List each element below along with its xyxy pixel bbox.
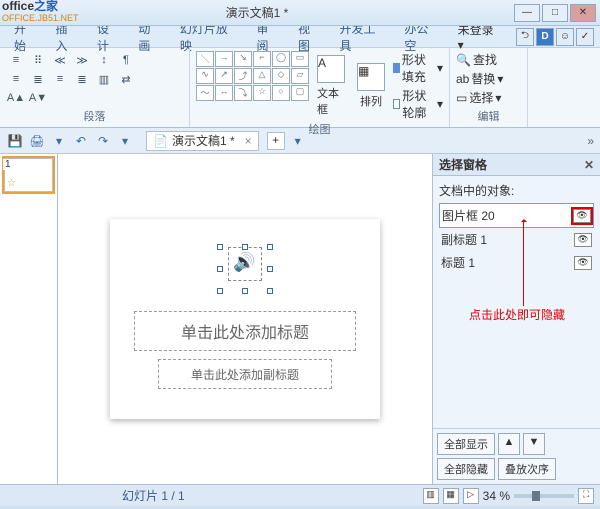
replace-button[interactable]: ab替换▾ bbox=[456, 70, 521, 87]
tab-list-icon[interactable]: ▾ bbox=[289, 132, 307, 150]
title-placeholder[interactable]: 单击此处添加标题 bbox=[134, 311, 356, 351]
qat-menu-icon[interactable]: ▾ bbox=[50, 132, 68, 150]
replace-icon: ab bbox=[456, 72, 469, 86]
speaker-icon bbox=[228, 247, 262, 281]
find-icon: 🔍 bbox=[456, 53, 471, 67]
font-grow-icon[interactable]: A▲ bbox=[6, 89, 26, 107]
align-center-icon[interactable]: ≣ bbox=[28, 70, 48, 88]
textbox-button[interactable]: A文本框 bbox=[313, 51, 349, 121]
subtitle-placeholder[interactable]: 单击此处添加副标题 bbox=[158, 359, 332, 389]
slide: 单击此处添加标题 单击此处添加副标题 bbox=[110, 219, 380, 419]
shapes-gallery[interactable]: ＼→↘⌐◯▭ ∿↗⤴△◇▱ ～↔⤵☆○▢ bbox=[196, 51, 309, 121]
quick-access-toolbar: 💾 🖨 ▾ ↶ ↷ ▾ 📄 演示文稿1 * × + ▾ » bbox=[0, 128, 600, 154]
doc-tab-title: 演示文稿1 * bbox=[172, 132, 235, 149]
menu-bar: 开始 插入 设计 动画 幻灯片放映 审阅 视图 开发工具 办公空 未登录 ▾ ⮌… bbox=[0, 26, 600, 48]
annotation-arrow bbox=[523, 220, 524, 306]
slide-canvas[interactable]: 单击此处添加标题 单击此处添加副标题 bbox=[58, 154, 432, 484]
reorder-button[interactable]: 叠放次序 bbox=[498, 458, 556, 480]
hide-all-button[interactable]: 全部隐藏 bbox=[437, 458, 495, 480]
select-button[interactable]: ▭选择▾ bbox=[456, 89, 521, 106]
title-bar: office之家 OFFICE.JB51.NET 演示文稿1 * — □ ✕ bbox=[0, 0, 600, 26]
redo-icon[interactable]: ↷ bbox=[94, 132, 112, 150]
find-button[interactable]: 🔍查找 bbox=[456, 51, 521, 68]
watermark-sub: OFFICE.JB51.NET bbox=[2, 12, 79, 24]
annotation-text: 点击此处即可隐藏 bbox=[469, 306, 565, 323]
object-item-title[interactable]: 标题 1 👁 bbox=[439, 251, 594, 274]
indent-dec-icon[interactable]: ≪ bbox=[50, 51, 70, 69]
menu-extra-b-icon[interactable]: ☺ bbox=[556, 28, 574, 46]
print-icon[interactable]: 🖨 bbox=[28, 132, 46, 150]
qat-more-icon[interactable]: ▾ bbox=[116, 132, 134, 150]
maximize-button[interactable]: □ bbox=[542, 4, 568, 22]
indent-inc-icon[interactable]: ≫ bbox=[72, 51, 92, 69]
thumb-anim-icon: ☆ bbox=[7, 178, 16, 189]
visibility-toggle-icon[interactable]: 👁 bbox=[573, 209, 591, 223]
slide-counter: 幻灯片 1 / 1 bbox=[122, 487, 185, 504]
fit-icon[interactable]: ⛶ bbox=[578, 488, 594, 504]
paint-icon bbox=[393, 63, 400, 73]
save-icon[interactable]: 💾 bbox=[6, 132, 24, 150]
thumb-number: 1 bbox=[3, 159, 13, 170]
group-edit-label: 编辑 bbox=[456, 108, 521, 124]
doc-icon: 📄 bbox=[153, 134, 168, 148]
visibility-toggle-icon[interactable]: 👁 bbox=[574, 256, 592, 270]
move-up-button[interactable]: ▲ bbox=[498, 433, 520, 455]
menu-extra-a-icon[interactable]: ⮌ bbox=[516, 28, 534, 46]
undo-icon[interactable]: ↶ bbox=[72, 132, 90, 150]
new-tab-button[interactable]: + bbox=[267, 132, 285, 150]
align-right-icon[interactable]: ≡ bbox=[50, 70, 70, 88]
object-item-subtitle[interactable]: 副标题 1 👁 bbox=[439, 228, 594, 251]
align-just-icon[interactable]: ≣ bbox=[72, 70, 92, 88]
shape-outline-button[interactable]: 形状轮廓▾ bbox=[393, 87, 443, 121]
arrange-button[interactable]: ▦排列 bbox=[353, 51, 389, 121]
view-sorter-icon[interactable]: ▦ bbox=[443, 488, 459, 504]
align-left-icon[interactable]: ≡ bbox=[6, 70, 26, 88]
move-down-button[interactable]: ▼ bbox=[523, 433, 545, 455]
bullets-icon[interactable]: ≡ bbox=[6, 51, 26, 69]
textbox-icon: A bbox=[317, 55, 345, 83]
outline-icon bbox=[393, 99, 400, 109]
document-tab[interactable]: 📄 演示文稿1 * × bbox=[146, 131, 259, 151]
object-item-picture[interactable]: 图片框 20 👁 bbox=[439, 203, 594, 228]
menu-extra-d-icon[interactable]: D bbox=[536, 28, 554, 46]
columns-icon[interactable]: ▥ bbox=[94, 70, 114, 88]
numbering-icon[interactable]: ⠿ bbox=[28, 51, 48, 69]
para-a-icon[interactable]: ¶ bbox=[116, 51, 136, 69]
group-paragraph-label: 段落 bbox=[6, 108, 183, 124]
panel-title: 选择窗格 bbox=[439, 156, 487, 173]
zoom-slider[interactable] bbox=[514, 494, 574, 498]
zoom-value: 34 % bbox=[483, 489, 510, 503]
view-normal-icon[interactable]: ▥ bbox=[423, 488, 439, 504]
visibility-toggle-icon[interactable]: 👁 bbox=[574, 233, 592, 247]
font-shrink-icon[interactable]: A▼ bbox=[28, 89, 48, 107]
shape-fill-button[interactable]: 形状填充▾ bbox=[393, 51, 443, 85]
select-icon: ▭ bbox=[456, 91, 467, 105]
linespace-icon[interactable]: ↕ bbox=[94, 51, 114, 69]
ribbon: ≡⠿≪≫↕¶ ≡≣≡≣▥⇄ A▲A▼ 段落 ＼→↘⌐◯▭ ∿↗⤴△◇▱ ～↔⤵☆… bbox=[0, 48, 600, 128]
selection-pane: 选择窗格 ✕ 文档中的对象: 图片框 20 👁 副标题 1 👁 标题 1 👁 bbox=[432, 154, 600, 484]
play-icon[interactable]: ▷ bbox=[463, 488, 479, 504]
menu-extra-c-icon[interactable]: ✓ bbox=[576, 28, 594, 46]
audio-object[interactable] bbox=[220, 247, 270, 291]
close-button[interactable]: ✕ bbox=[570, 4, 596, 22]
show-all-button[interactable]: 全部显示 bbox=[437, 433, 495, 455]
minimize-button[interactable]: — bbox=[514, 4, 540, 22]
arrange-icon: ▦ bbox=[357, 63, 385, 91]
slide-thumbnails: 1 ☆ bbox=[0, 154, 58, 484]
object-list: 图片框 20 👁 副标题 1 👁 标题 1 👁 bbox=[439, 203, 594, 274]
tab-overflow-icon[interactable]: » bbox=[587, 134, 594, 148]
watermark: office之家 OFFICE.JB51.NET bbox=[2, 0, 79, 24]
para-b-icon[interactable]: ⇄ bbox=[116, 70, 136, 88]
panel-close-icon[interactable]: ✕ bbox=[584, 158, 594, 172]
status-bar: 幻灯片 1 / 1 ▥ ▦ ▷ 34 % ⛶ bbox=[0, 484, 600, 506]
doc-tab-close-icon[interactable]: × bbox=[245, 134, 252, 148]
panel-label: 文档中的对象: bbox=[439, 182, 594, 199]
main-area: 1 ☆ 单击此处添加标题 单击此处添加副标题 选择窗格 ✕ 文档中的对象: bbox=[0, 154, 600, 484]
thumbnail-1[interactable]: 1 ☆ bbox=[4, 158, 53, 192]
